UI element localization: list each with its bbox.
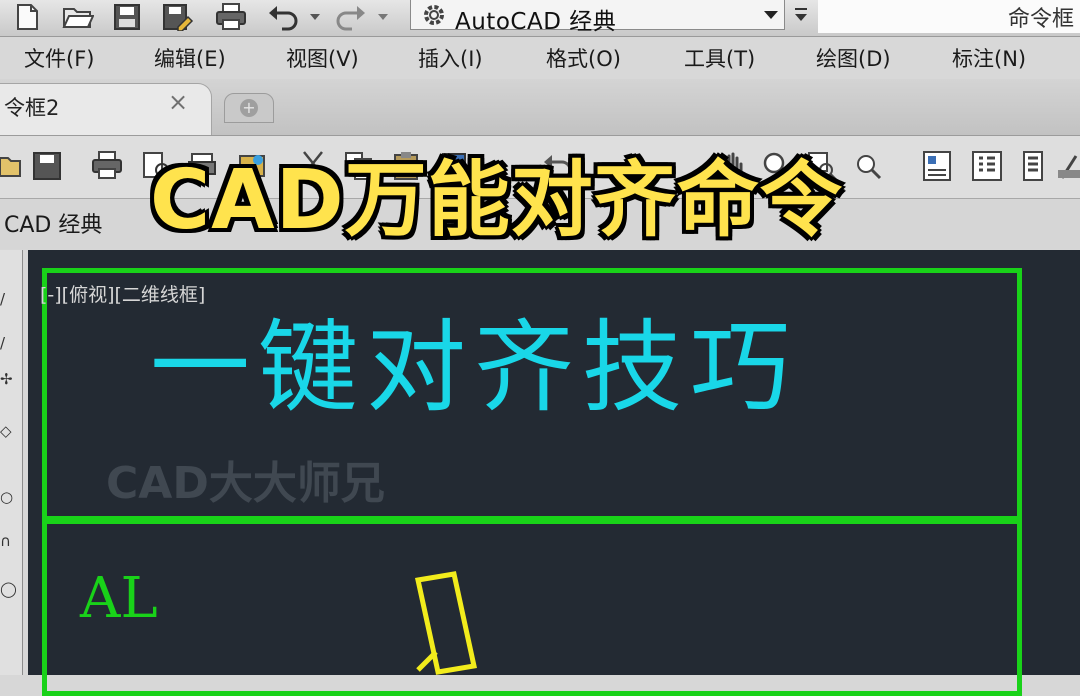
save-as-icon[interactable] (160, 3, 194, 31)
ellipse-icon[interactable]: ◯ (0, 580, 17, 598)
line-tool-icon[interactable]: / (0, 290, 5, 308)
construction-line-icon[interactable]: / (0, 334, 5, 352)
design-center-palette-icon[interactable] (970, 150, 1004, 182)
quick-access-toolbar: AutoCAD 经典 命令框 (0, 0, 1080, 37)
tab-label: 令框2 (4, 96, 60, 120)
menu-draw[interactable]: 绘图(D) (816, 43, 891, 73)
lower-green-frame (42, 516, 1022, 696)
gear-icon (424, 5, 444, 25)
file-tab-bar: 令框2 × + (0, 79, 1080, 136)
close-icon[interactable]: × (168, 88, 188, 116)
yellow-arrow-shape (414, 571, 478, 675)
menu-insert[interactable]: 插入(I) (418, 43, 483, 73)
menu-bar: 文件(F) 编辑(E) 视图(V) 插入(I) 格式(O) 工具(T) 绘图(D… (0, 37, 1080, 79)
menu-view[interactable]: 视图(V) (286, 43, 359, 73)
open-icon[interactable] (0, 150, 22, 182)
sheet-set-icon[interactable] (1058, 150, 1080, 182)
drawing-heading-text: 一键对齐技巧 (150, 309, 798, 426)
workspace-value: AutoCAD 经典 (455, 9, 617, 35)
new-icon[interactable] (10, 3, 44, 31)
polygon-icon[interactable]: ◇ (0, 422, 12, 440)
menu-format[interactable]: 格式(O) (546, 43, 621, 73)
zoom-previous-icon[interactable] (850, 150, 884, 182)
overlay-title: CAD万能对齐命令 (150, 153, 843, 248)
viewport-controls-label[interactable]: [-][俯视][二维线框] (40, 280, 205, 307)
print-icon[interactable] (90, 150, 124, 182)
tab-drawing[interactable]: 令框2 × (0, 83, 212, 135)
undo-dropdown-icon[interactable] (306, 3, 324, 31)
command-search-field[interactable]: 命令框 (818, 0, 1080, 33)
customize-toolbar-icon[interactable] (792, 2, 810, 28)
open-icon[interactable] (60, 3, 94, 31)
menu-file[interactable]: 文件(F) (24, 43, 94, 73)
search-partial-text: 命令框 (1007, 7, 1074, 32)
circle-icon[interactable]: ○ (0, 488, 13, 506)
save-icon[interactable] (32, 150, 62, 182)
workspace-label[interactable]: CAD 经典 (4, 207, 102, 239)
draw-toolbar-vertical: / / ✢ ◇ ○ ∩ ◯ (0, 250, 23, 675)
new-tab-button[interactable]: + (224, 93, 274, 123)
menu-edit[interactable]: 编辑(E) (154, 43, 226, 73)
chevron-down-icon (764, 11, 778, 19)
menu-tools[interactable]: 工具(T) (684, 43, 755, 73)
tool-palette-icon[interactable] (1018, 150, 1048, 182)
workspace-dropdown[interactable]: AutoCAD 经典 (410, 0, 785, 35)
print-icon[interactable] (214, 3, 248, 31)
properties-icon[interactable] (920, 150, 954, 182)
polyline-icon[interactable]: ✢ (0, 370, 13, 388)
watermark-text: CAD大大师兄 (106, 458, 385, 509)
redo-dropdown-icon[interactable] (374, 3, 392, 31)
save-icon[interactable] (110, 3, 144, 31)
undo-icon[interactable] (266, 3, 300, 31)
redo-icon[interactable] (334, 3, 368, 31)
menu-dimension[interactable]: 标注(N) (952, 43, 1026, 73)
arc-icon[interactable]: ∩ (0, 532, 11, 550)
al-command-text: AL (80, 566, 158, 631)
plus-icon: + (240, 99, 258, 117)
